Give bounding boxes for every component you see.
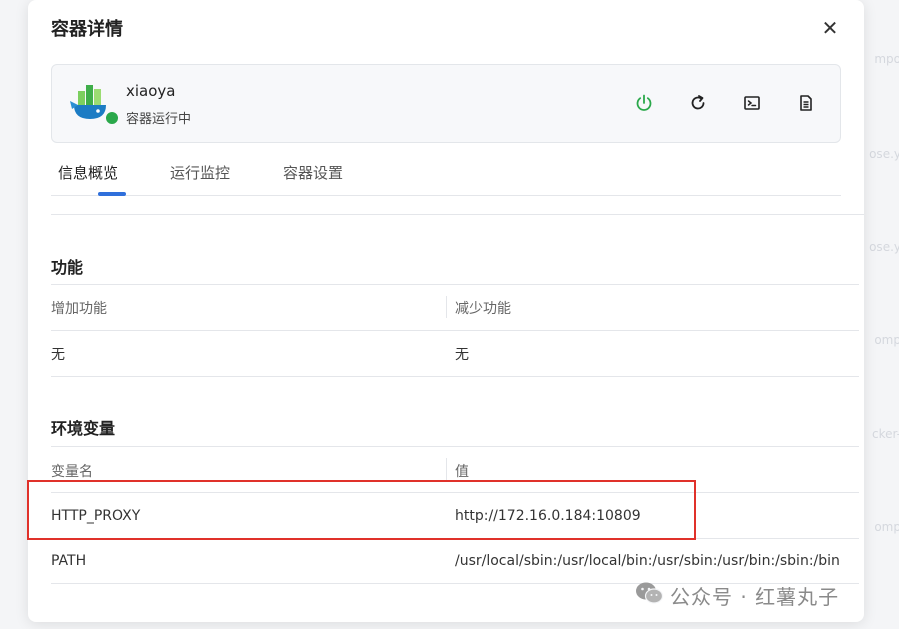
divider [51, 446, 859, 447]
divider [51, 284, 859, 285]
detail-tabs: 信息概览 运行监控 容器设置 [51, 150, 841, 196]
tab-overview[interactable]: 信息概览 [58, 162, 118, 183]
capabilities-title: 功能 [51, 258, 84, 277]
annotation-highlight-box [27, 480, 696, 540]
container-status: 容器运行中 [126, 112, 192, 127]
container-header-card: xiaoya 容器运行中 [51, 64, 841, 143]
log-icon [796, 93, 816, 113]
log-button[interactable] [796, 93, 816, 113]
close-button[interactable]: ✕ [820, 16, 840, 40]
env-title: 环境变量 [51, 419, 116, 438]
capabilities-header-add: 增加功能 [51, 301, 107, 317]
tab-settings[interactable]: 容器设置 [283, 162, 343, 183]
restart-icon [688, 93, 708, 113]
terminal-button[interactable] [742, 93, 762, 113]
background-fragment: ose.y [869, 240, 899, 254]
power-icon [634, 93, 654, 113]
env-row-name: PATH [51, 553, 87, 569]
env-row-value: /usr/local/sbin:/usr/local/bin:/usr/sbin… [455, 553, 840, 569]
divider [51, 376, 859, 377]
power-button[interactable] [634, 93, 654, 113]
background-fragment: omp [874, 333, 899, 347]
background-fragment: ose.y [869, 147, 899, 161]
column-separator [446, 458, 447, 480]
capabilities-drop-value: 无 [455, 347, 469, 363]
divider [51, 214, 864, 215]
background-fragment: cker- [872, 427, 899, 441]
terminal-icon [742, 93, 762, 113]
background-fragment: mpo [874, 52, 899, 66]
restart-button[interactable] [688, 93, 708, 113]
watermark-text: 公众号 · 红薯丸子 [670, 584, 840, 609]
container-name: xiaoya [126, 82, 176, 100]
active-tab-indicator [98, 192, 126, 196]
capabilities-header-drop: 减少功能 [455, 301, 511, 317]
capabilities-add-value: 无 [51, 347, 65, 363]
watermark: 公众号 · 红薯丸子 [634, 580, 839, 610]
wechat-icon [634, 580, 664, 610]
column-separator [446, 296, 447, 318]
env-header-value: 值 [455, 464, 469, 480]
env-header-name: 变量名 [51, 464, 93, 480]
modal-title: 容器详情 [51, 19, 123, 40]
tab-monitoring[interactable]: 运行监控 [170, 162, 230, 183]
background-fragment: omp [874, 520, 899, 534]
running-status-dot [104, 110, 120, 126]
divider [51, 330, 859, 331]
